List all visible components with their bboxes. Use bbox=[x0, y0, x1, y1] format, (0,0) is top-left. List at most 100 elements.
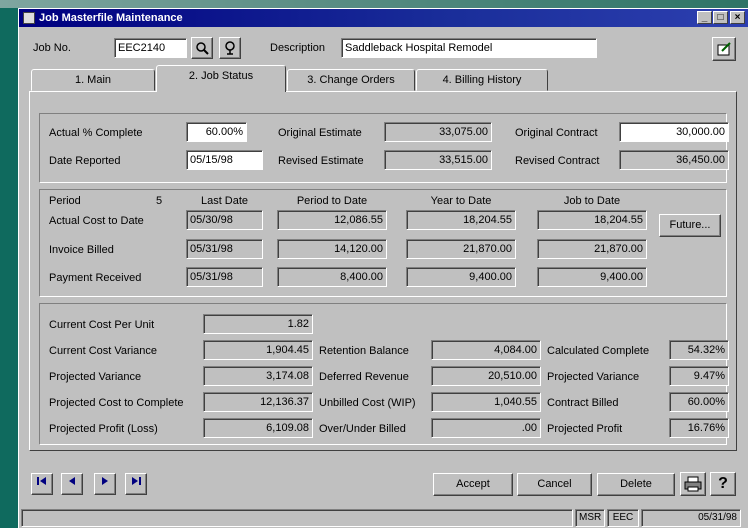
actual-pct-label: Actual % Complete bbox=[49, 127, 143, 139]
search-button[interactable] bbox=[191, 37, 213, 59]
close-button[interactable]: × bbox=[730, 11, 745, 24]
previous-record-icon bbox=[69, 477, 75, 485]
calculated-complete-label: Calculated Complete bbox=[547, 345, 650, 357]
last-record-icon bbox=[132, 477, 141, 485]
cost-variance-field: 1,904.45 bbox=[203, 340, 313, 360]
payment-received-period: 8,400.00 bbox=[277, 267, 387, 287]
description-field[interactable]: Saddleback Hospital Remodel bbox=[341, 38, 597, 58]
title-bar: Job Masterfile Maintenance _ □ × bbox=[19, 9, 748, 27]
description-label: Description bbox=[270, 42, 326, 54]
last-record-button[interactable] bbox=[125, 473, 147, 495]
invoice-billed-last-date: 05/31/98 bbox=[186, 239, 263, 259]
status-message-pane bbox=[21, 509, 573, 527]
printer-icon bbox=[684, 476, 702, 492]
over-under-billed-field: .00 bbox=[431, 418, 541, 438]
rev-contract-label: Revised Contract bbox=[515, 155, 600, 167]
projected-variance-pct-field: 9.47% bbox=[669, 366, 729, 386]
cost-per-unit-label: Current Cost Per Unit bbox=[49, 319, 155, 331]
orig-estimate-field: 33,075.00 bbox=[384, 122, 492, 142]
print-button[interactable] bbox=[680, 472, 706, 496]
cost-per-unit-field: 1.82 bbox=[203, 314, 313, 334]
maximize-button[interactable]: □ bbox=[713, 11, 728, 24]
lookup-button[interactable] bbox=[219, 37, 241, 59]
unbilled-cost-label: Unbilled Cost (WIP) bbox=[319, 397, 416, 409]
col-header-last-date: Last Date bbox=[200, 195, 249, 207]
orig-contract-label: Original Contract bbox=[515, 127, 598, 139]
period-label: Period bbox=[49, 195, 81, 207]
accept-button[interactable]: Accept bbox=[433, 473, 513, 496]
col-header-year-to-date: Year to Date bbox=[430, 195, 492, 207]
previous-record-button[interactable] bbox=[61, 473, 83, 495]
actual-cost-period: 12,086.55 bbox=[277, 210, 387, 230]
cost-to-complete-label: Projected Cost to Complete bbox=[49, 397, 184, 409]
projected-variance-pct-label: Projected Variance bbox=[547, 371, 640, 383]
cost-variance-label: Current Cost Variance bbox=[49, 345, 158, 357]
row-label-payment-received: Payment Received bbox=[49, 272, 142, 284]
tab-job-status[interactable]: 2. Job Status bbox=[156, 65, 286, 92]
col-header-period-to-date: Period to Date bbox=[296, 195, 368, 207]
orig-contract-field[interactable]: 30,000.00 bbox=[619, 122, 729, 142]
minimize-button[interactable]: _ bbox=[697, 11, 712, 24]
lookup-icon bbox=[225, 41, 235, 55]
rev-estimate-field: 33,515.00 bbox=[384, 150, 492, 170]
projected-profit-loss-field: 6,109.08 bbox=[203, 418, 313, 438]
invoice-billed-period: 14,120.00 bbox=[277, 239, 387, 259]
payment-received-last-date: 05/31/98 bbox=[186, 267, 263, 287]
desktop-background bbox=[0, 0, 748, 8]
status-company: EEC bbox=[607, 509, 639, 527]
orig-estimate-label: Original Estimate bbox=[278, 127, 362, 139]
next-record-button[interactable] bbox=[94, 473, 116, 495]
tab-change-orders[interactable]: 3. Change Orders bbox=[287, 69, 415, 91]
row-label-invoice-billed: Invoice Billed bbox=[49, 244, 114, 256]
tab-main[interactable]: 1. Main bbox=[31, 69, 155, 91]
over-under-billed-label: Over/Under Billed bbox=[319, 423, 406, 435]
status-date: 05/31/98 bbox=[641, 509, 741, 527]
retention-balance-label: Retention Balance bbox=[319, 345, 409, 357]
tab-change-orders-label: 3. Change Orders bbox=[307, 74, 395, 86]
delete-button[interactable]: Delete bbox=[597, 473, 675, 496]
unbilled-cost-field: 1,040.55 bbox=[431, 392, 541, 412]
projected-profit-pct-label: Projected Profit bbox=[547, 423, 623, 435]
projected-variance-label: Projected Variance bbox=[49, 371, 142, 383]
cost-to-complete-field: 12,136.37 bbox=[203, 392, 313, 412]
actual-cost-last-date: 05/30/98 bbox=[186, 210, 263, 230]
payment-received-ytd: 9,400.00 bbox=[406, 267, 516, 287]
first-record-icon bbox=[37, 477, 46, 485]
projected-profit-pct-field: 16.76% bbox=[669, 418, 729, 438]
tab-billing-history-label: 4. Billing History bbox=[442, 74, 522, 86]
tab-billing-history[interactable]: 4. Billing History bbox=[416, 69, 548, 91]
calculated-complete-field: 54.32% bbox=[669, 340, 729, 360]
projected-profit-loss-label: Projected Profit (Loss) bbox=[49, 423, 158, 435]
first-record-button[interactable] bbox=[31, 473, 53, 495]
status-user: MSR bbox=[575, 509, 605, 527]
tab-main-label: 1. Main bbox=[74, 74, 112, 86]
edit-note-icon bbox=[717, 42, 731, 56]
magnifier-icon bbox=[196, 42, 209, 55]
invoice-billed-ytd: 21,870.00 bbox=[406, 239, 516, 259]
deferred-revenue-label: Deferred Revenue bbox=[319, 371, 409, 383]
job-no-label: Job No. bbox=[33, 42, 71, 54]
contract-billed-label: Contract Billed bbox=[547, 397, 619, 409]
future-button[interactable]: Future... bbox=[659, 214, 721, 237]
deferred-revenue-field: 20,510.00 bbox=[431, 366, 541, 386]
next-record-icon bbox=[102, 477, 108, 485]
date-reported-field[interactable]: 05/15/98 bbox=[186, 150, 263, 170]
retention-balance-field: 4,084.00 bbox=[431, 340, 541, 360]
app-icon bbox=[23, 12, 35, 24]
rev-estimate-label: Revised Estimate bbox=[278, 155, 364, 167]
actual-pct-field[interactable]: 60.00% bbox=[186, 122, 247, 142]
period-value: 5 bbox=[156, 195, 163, 207]
edit-note-button[interactable] bbox=[712, 37, 736, 61]
date-reported-label: Date Reported bbox=[49, 155, 121, 167]
row-label-actual-cost: Actual Cost to Date bbox=[49, 215, 144, 227]
payment-received-jtd: 9,400.00 bbox=[537, 267, 647, 287]
job-no-field[interactable]: EEC2140 bbox=[114, 38, 187, 58]
actual-cost-jtd: 18,204.55 bbox=[537, 210, 647, 230]
projected-variance-field: 3,174.08 bbox=[203, 366, 313, 386]
job-masterfile-window: Job Masterfile Maintenance _ □ × Job No.… bbox=[18, 8, 748, 528]
invoice-billed-jtd: 21,870.00 bbox=[537, 239, 647, 259]
actual-cost-ytd: 18,204.55 bbox=[406, 210, 516, 230]
rev-contract-field: 36,450.00 bbox=[619, 150, 729, 170]
help-button[interactable]: ? bbox=[710, 472, 736, 496]
cancel-button[interactable]: Cancel bbox=[517, 473, 592, 496]
